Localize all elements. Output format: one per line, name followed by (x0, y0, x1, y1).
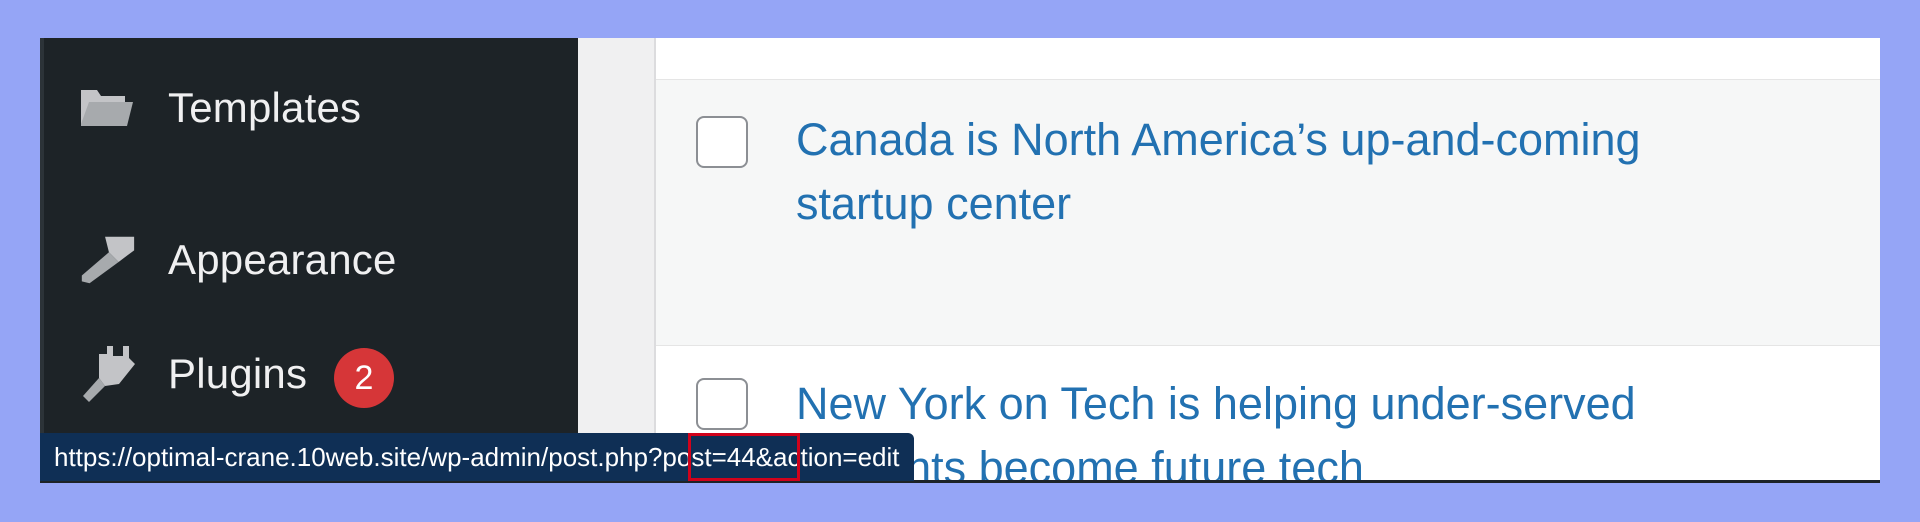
url-highlight-box (688, 433, 800, 481)
sidebar-item-label: Plugins (168, 350, 308, 397)
update-count-badge: 2 (334, 348, 394, 408)
sidebar-item-templates[interactable]: Templates (44, 68, 582, 148)
wp-admin-window: Templates Appearance Plugins 2 Canada is… (40, 38, 1880, 483)
sidebar-item-plugins[interactable]: Plugins 2 (44, 334, 582, 414)
table-row (656, 38, 1880, 80)
content-gutter (578, 38, 654, 480)
sidebar-item-appearance[interactable]: Appearance (44, 220, 582, 300)
sidebar-item-label: Appearance (168, 236, 397, 283)
post-title-link[interactable]: Canada is North America’s up-and-coming … (796, 108, 1776, 236)
row-select-checkbox[interactable] (696, 378, 748, 430)
paintbrush-icon (76, 229, 138, 291)
row-select-checkbox[interactable] (696, 116, 748, 168)
posts-table: Canada is North America’s up-and-coming … (654, 38, 1880, 480)
plugin-icon (76, 343, 138, 405)
post-title-link[interactable]: New York on Tech is helping under-served… (796, 372, 1776, 480)
folder-open-icon (76, 77, 138, 139)
admin-sidebar: Templates Appearance Plugins 2 (40, 38, 578, 480)
table-row: Canada is North America’s up-and-coming … (656, 80, 1880, 346)
sidebar-item-label: Templates (168, 84, 362, 131)
